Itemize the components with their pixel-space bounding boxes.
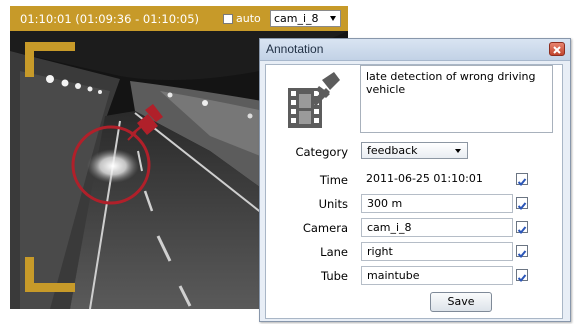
video-toolbar: 01:10:01 (01:09:36 - 01:10:05) auto cam_… [10, 6, 348, 31]
lane-label: Lane [320, 245, 348, 259]
checkmark-icon [517, 250, 527, 258]
chevron-down-icon [330, 16, 336, 21]
chevron-down-icon [455, 149, 461, 153]
checkmark-icon [517, 226, 527, 234]
tube-label: Tube [321, 269, 348, 283]
camera-field[interactable]: cam_i_8 [361, 218, 513, 237]
dialog-content: late detection of wrong driving vehicle … [265, 64, 563, 319]
checkmark-icon [517, 202, 527, 210]
checkmark-icon [517, 178, 527, 186]
camera-select-value: cam_i_8 [274, 12, 319, 25]
description-textarea[interactable]: late detection of wrong driving vehicle [360, 65, 553, 133]
annotation-dialog: Annotation late detection of wrong drivi… [259, 38, 571, 322]
time-checkbox[interactable] [516, 173, 528, 186]
auto-checkbox[interactable]: auto [223, 11, 261, 26]
close-icon [553, 46, 561, 54]
category-select[interactable]: feedback [361, 142, 468, 159]
lane-checkbox[interactable] [516, 245, 528, 258]
dialog-titlebar[interactable]: Annotation [260, 39, 570, 61]
tube-checkbox[interactable] [516, 269, 528, 282]
time-value: 2011-06-25 01:10:01 [366, 172, 483, 185]
dialog-title: Annotation [266, 42, 324, 56]
time-label: Time [319, 173, 348, 187]
units-field[interactable]: 300 m [361, 194, 513, 213]
close-button[interactable] [549, 42, 565, 56]
category-select-value: feedback [367, 144, 418, 157]
save-button[interactable]: Save [430, 292, 492, 312]
camera-select[interactable]: cam_i_8 [270, 10, 341, 27]
units-checkbox[interactable] [516, 197, 528, 210]
camera-label: Camera [302, 221, 348, 235]
film-pin-icon [288, 72, 340, 128]
auto-checkbox-label: auto [236, 12, 261, 25]
tube-field[interactable]: maintube [361, 266, 513, 285]
auto-checkbox-box[interactable] [223, 13, 233, 24]
lane-field[interactable]: right [361, 242, 513, 261]
timecode-label: 01:10:01 (01:09:36 - 01:10:05) [20, 12, 200, 26]
camera-checkbox[interactable] [516, 221, 528, 234]
category-label: Category [295, 145, 348, 159]
checkmark-icon [517, 274, 527, 282]
units-label: Units [318, 197, 348, 211]
